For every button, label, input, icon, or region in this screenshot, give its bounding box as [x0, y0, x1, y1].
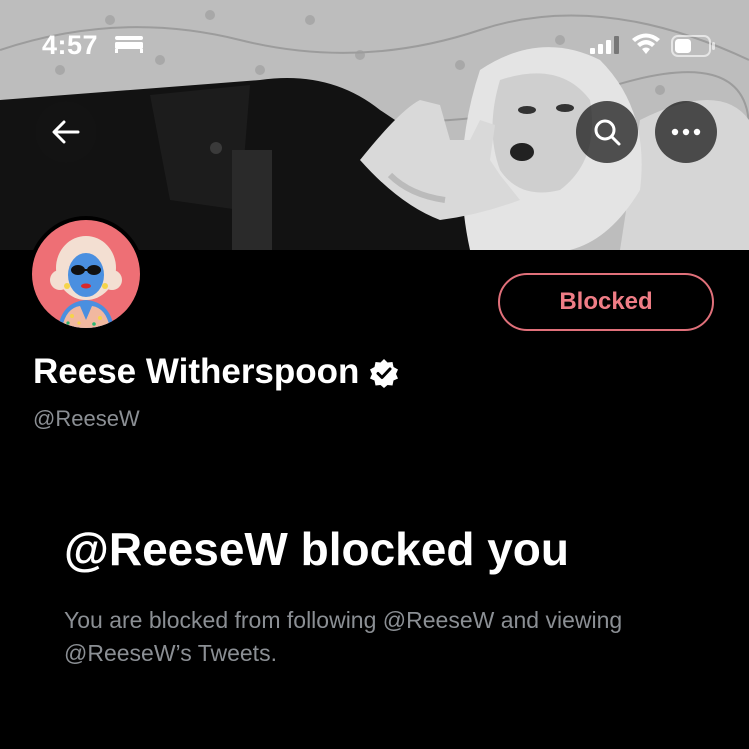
avatar[interactable] — [28, 216, 144, 332]
status-bar: 4:57 — [0, 0, 749, 90]
blocked-description: You are blocked from following @ReeseW a… — [64, 607, 623, 666]
blocked-button[interactable]: Blocked — [498, 273, 714, 331]
battery-icon — [671, 35, 715, 57]
verified-badge-icon[interactable] — [369, 358, 399, 388]
search-button[interactable] — [576, 101, 638, 163]
back-button[interactable] — [35, 101, 97, 163]
profile-handle: @ReeseW — [33, 406, 140, 431]
more-icon — [671, 128, 701, 136]
status-time: 4:57 — [42, 30, 99, 60]
arrow-left-icon — [52, 120, 80, 144]
avatar-illustration — [32, 220, 140, 328]
profile-name-row: Reese Witherspoon — [33, 352, 399, 392]
display-name: Reese Witherspoon — [33, 352, 360, 391]
avatar-image — [32, 220, 140, 328]
bed-icon — [115, 36, 143, 53]
blocked-title: @ReeseW blocked you — [64, 523, 569, 575]
more-button[interactable] — [655, 101, 717, 163]
wifi-icon — [632, 33, 660, 54]
signal-icon — [590, 36, 619, 54]
search-icon — [594, 119, 621, 146]
